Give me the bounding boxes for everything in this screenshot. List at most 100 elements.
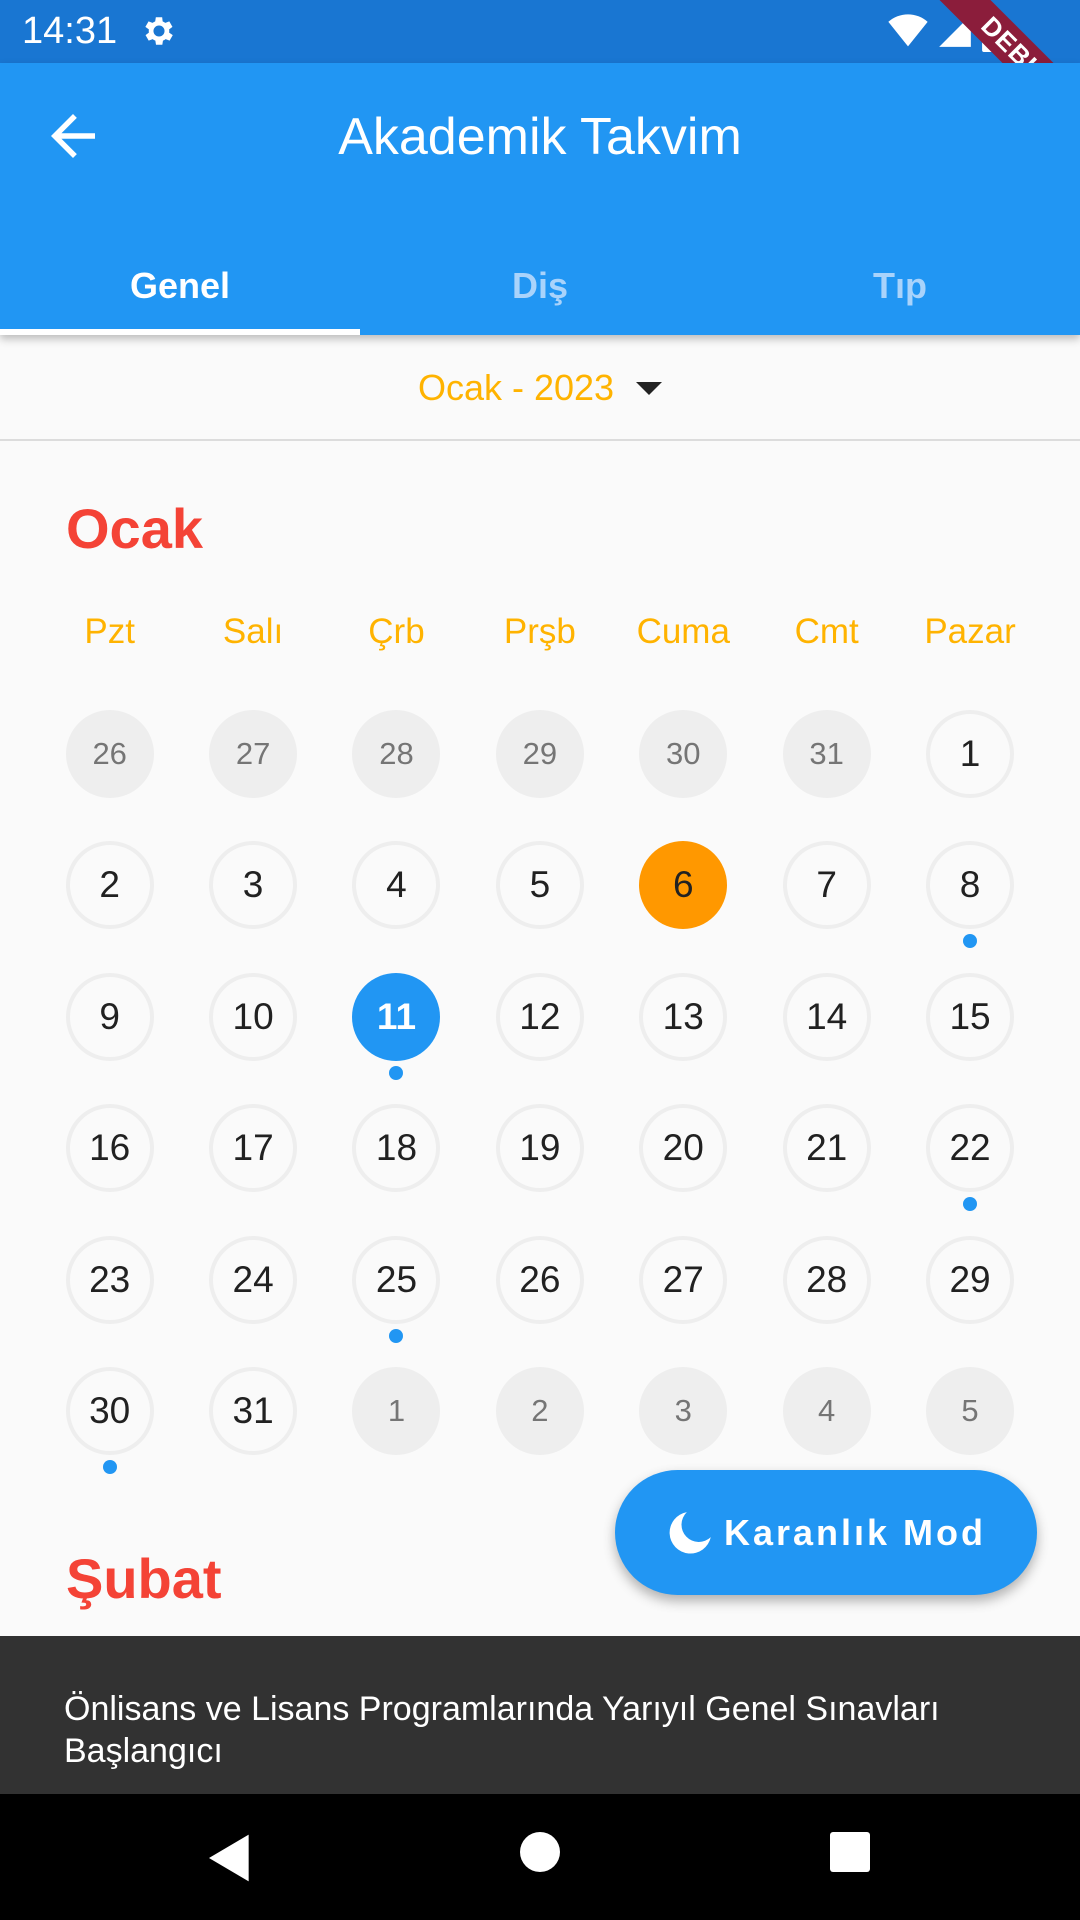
calendar-day-number: 2 [495,1366,584,1455]
event-snackbar: Önlisans ve Lisans Programlarında Yarıyı… [0,1636,1080,1794]
event-marker-dot [389,1065,404,1080]
calendar-day-number: 6 [639,841,728,930]
calendar-day-number: 22 [926,1104,1015,1193]
calendar-day[interactable]: 27 [612,1226,755,1357]
snackbar-text: Önlisans ve Lisans Programlarında Yarıyı… [64,1690,940,1770]
tab-genel[interactable]: Genel [0,243,360,335]
tab-dis[interactable]: Diş [360,243,720,335]
calendar-day[interactable]: 16 [38,1094,181,1225]
calendar-day[interactable]: 6 [612,831,755,962]
nav-home-icon[interactable] [520,1832,560,1872]
calendar-day[interactable]: 1 [325,1357,468,1488]
calendar-day[interactable]: 10 [181,963,324,1094]
calendar-day-number: 28 [782,1235,871,1324]
calendar-day-number: 5 [926,1366,1015,1455]
calendar-day[interactable]: 30 [38,1357,181,1488]
calendar-day[interactable]: 3 [181,831,324,962]
calendar-day-number: 21 [782,1104,871,1193]
moon-icon [669,1511,711,1554]
nav-recent-apps-icon[interactable] [830,1832,870,1872]
calendar-day[interactable]: 26 [468,1226,611,1357]
battery-icon [982,12,1004,52]
nav-back-icon[interactable] [202,1830,258,1886]
calendar-day[interactable]: 23 [38,1226,181,1357]
calendar-day-number: 2 [65,841,154,930]
wifi-icon [888,14,928,47]
calendar-day[interactable]: 8 [898,831,1041,962]
calendar-day-number: 17 [209,1104,298,1193]
calendar-day-number: 3 [639,1366,728,1455]
calendar-day-number: 16 [65,1104,154,1193]
calendar-day[interactable]: 28 [755,1226,898,1357]
calendar-day-number: 20 [639,1104,728,1193]
calendar-day-number: 29 [495,710,584,798]
calendar-day-number: 13 [639,972,728,1061]
calendar-week-row: 26 27 28 29 30 31 1 [38,700,1042,831]
calendar-day[interactable]: 20 [612,1094,755,1225]
calendar-day[interactable]: 29 [898,1226,1041,1357]
calendar-day[interactable]: 29 [468,700,611,831]
caret-down-icon [636,381,663,395]
calendar-day[interactable]: 18 [325,1094,468,1225]
calendar-day-number: 26 [65,710,154,798]
weekday-header: Pzt Salı Çrb Prşb Cuma Cmt Pazar [38,612,1042,652]
calendar-week-row: 9 10 11 12 13 14 15 [38,963,1042,1094]
calendar-day[interactable]: 15 [898,963,1041,1094]
calendar-day[interactable]: 28 [325,700,468,831]
calendar-day[interactable]: 12 [468,963,611,1094]
calendar-day-number: 31 [209,1366,298,1455]
tab-tip[interactable]: Tıp [720,243,1080,335]
next-month-title: Şubat [66,1547,222,1610]
calendar-day[interactable]: 25 [325,1226,468,1357]
calendar-day[interactable]: 5 [468,831,611,962]
calendar-day[interactable]: 17 [181,1094,324,1225]
weekday-label: Prşb [503,612,576,651]
calendar-day-number: 7 [782,841,871,930]
calendar-week-row: 2345678 [38,831,1042,962]
calendar-day[interactable]: 11 [325,963,468,1094]
calendar-day-number: 12 [495,972,584,1061]
app-bar: Akademik Takvim Genel Diş Tıp [0,63,1080,335]
calendar-day[interactable]: 13 [612,963,755,1094]
month-dropdown[interactable]: Ocak - 2023 [417,367,663,409]
calendar-day[interactable]: 21 [755,1094,898,1225]
calendar-day[interactable]: 1 [898,700,1041,831]
calendar-day-number: 26 [495,1235,584,1324]
calendar-day[interactable]: 14 [755,963,898,1094]
tab-bar: Genel Diş Tıp [0,243,1080,335]
calendar-day[interactable]: 26 [38,700,181,831]
calendar-day-number: 4 [352,841,441,930]
calendar-day[interactable]: 5 [898,1357,1041,1488]
month-dropdown-label: Ocak - 2023 [417,367,615,408]
status-bar: 14:31 DEBUG [0,0,1080,151]
calendar-day-number: 19 [495,1104,584,1193]
calendar-day[interactable]: 2 [468,1357,611,1488]
calendar-day[interactable]: 19 [468,1094,611,1225]
calendar-day-number: 28 [352,710,441,798]
calendar-day[interactable]: 30 [612,700,755,831]
calendar-day[interactable]: 31 [755,700,898,831]
calendar-day[interactable]: 27 [181,700,324,831]
calendar-day[interactable]: 7 [755,831,898,962]
calendar-day[interactable]: 22 [898,1094,1041,1225]
status-time: 14:31 [22,10,118,52]
event-marker-dot [102,1459,117,1474]
calendar-day-number: 24 [209,1235,298,1324]
calendar-day-number: 25 [352,1235,441,1324]
system-nav-bar [0,1794,1080,1920]
calendar-day[interactable]: 3 [612,1357,755,1488]
weekday-label: Cuma [636,612,730,651]
calendar-day[interactable]: 31 [181,1357,324,1488]
calendar-day[interactable]: 2 [38,831,181,962]
calendar-day-number: 14 [782,972,871,1061]
calendar-day[interactable]: 4 [325,831,468,962]
calendar-day[interactable]: 4 [755,1357,898,1488]
calendar-day-number: 30 [65,1366,154,1455]
calendar-day-number: 1 [926,710,1015,798]
month-title: Ocak [66,497,203,560]
calendar-day[interactable]: 24 [181,1226,324,1357]
dark-mode-button[interactable]: Karanlık Mod [615,1470,1037,1595]
weekday-label: Pazar [924,612,1016,651]
calendar-day[interactable]: 9 [38,963,181,1094]
calendar-day-number: 23 [65,1235,154,1324]
